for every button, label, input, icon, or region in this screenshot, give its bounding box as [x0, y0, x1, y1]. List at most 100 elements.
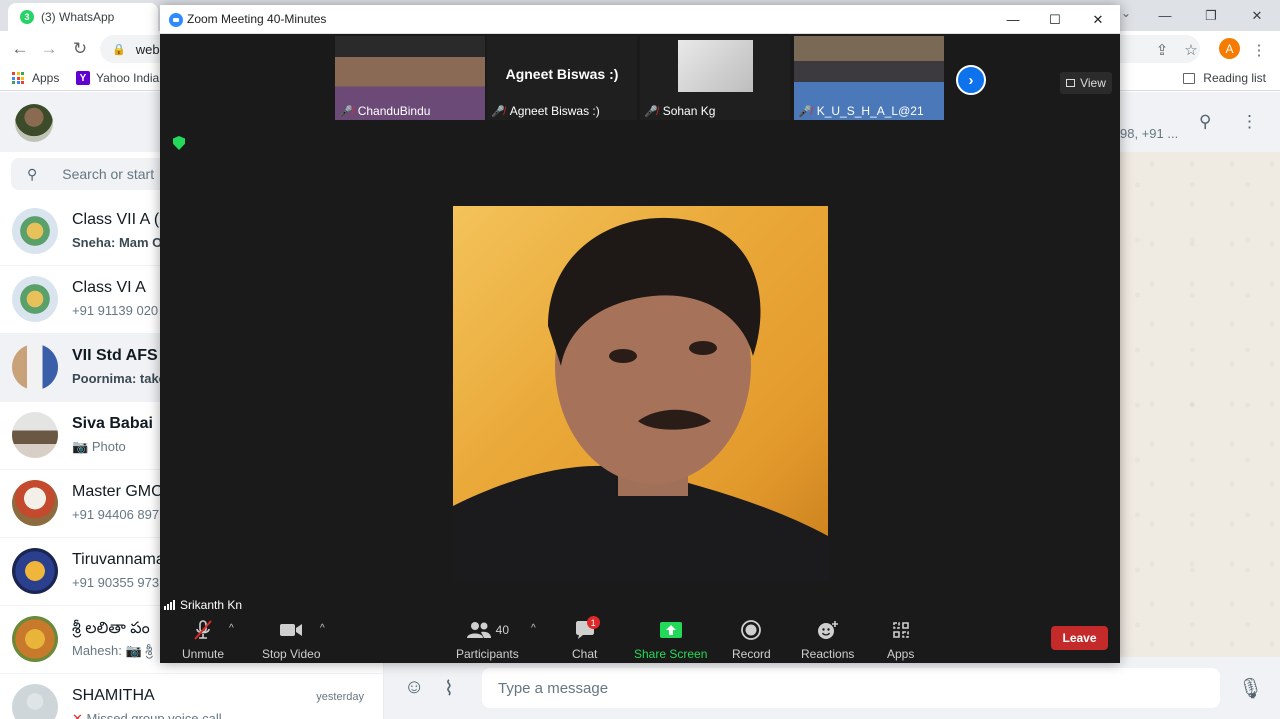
chat-unread-badge: 1	[586, 616, 600, 629]
chat-name: Siva Babai	[72, 415, 153, 432]
bookmark-star-icon[interactable]: ☆	[1180, 39, 1202, 61]
chat-preview: Sneha: Mam O	[72, 235, 163, 250]
browser-window-controls: — ❐ ✕	[1142, 0, 1280, 31]
muted-mic-icon: 🎤̸	[491, 105, 505, 118]
chat-preview: +91 90355 973	[72, 575, 160, 590]
microphone-icon[interactable]: 🎙	[1238, 676, 1263, 701]
share-screen-label: Share Screen	[634, 647, 708, 661]
speaker-portrait	[453, 217, 828, 581]
chat-avatar	[12, 616, 58, 662]
message-input[interactable]: Type a message	[482, 668, 1220, 708]
conversation-members: 98, +91 ...	[1120, 126, 1179, 141]
chat-avatar	[12, 208, 58, 254]
zoom-window-title: Zoom Meeting 40-Minutes	[187, 12, 327, 26]
chat-preview: +91 94406 897	[72, 507, 160, 522]
meeting-controls-toolbar: Unmute ^ Stop Video ^ 40 Participants ^ …	[160, 615, 1120, 663]
muted-mic-icon: 🎤̸	[644, 105, 658, 118]
video-options-caret-icon[interactable]: ^	[320, 623, 325, 634]
forward-arrow-icon[interactable]: →	[37, 37, 61, 61]
active-speaker-video	[453, 206, 828, 581]
chat-avatar	[12, 412, 58, 458]
chat-name: శ్రీ లలితా పం	[72, 620, 150, 637]
message-composer: ☺ ⌇ Type a message 🎙	[384, 657, 1280, 719]
chat-button[interactable]: 1 Chat	[572, 616, 600, 661]
zoom-meeting-window: Zoom Meeting 40-Minutes — ☐ ✕ 🎤̸ ChanduB…	[160, 5, 1120, 663]
browser-restore-icon[interactable]: ❐	[1188, 0, 1234, 31]
unmute-button[interactable]: Unmute	[182, 619, 224, 661]
participant-name: Agneet Biswas :)	[509, 104, 600, 118]
view-button[interactable]: View	[1060, 72, 1112, 94]
share-icon[interactable]: ⇪	[1151, 39, 1173, 61]
desktop: 3 (3) WhatsApp ⌄ — ❐ ✕ ← → ↻ 🔒 web. ⇪ ☆ …	[0, 0, 1280, 719]
apps-grid-icon	[12, 72, 24, 84]
stop-video-label: Stop Video	[262, 647, 321, 661]
reading-list-icon	[1183, 72, 1196, 84]
apps-button[interactable]: Apps	[887, 619, 914, 661]
chat-preview-row: ✕ Missed group voice call	[72, 711, 222, 719]
muted-mic-icon: 🎤̸	[339, 105, 353, 118]
lock-icon: 🔒	[112, 43, 126, 56]
stop-video-button[interactable]: Stop Video	[262, 619, 321, 661]
browser-minimize-icon[interactable]: —	[1142, 0, 1188, 31]
back-arrow-icon[interactable]: ←	[8, 37, 32, 61]
participant-name-tag: 🎤̸ Sohan Kg	[644, 104, 715, 118]
muted-mic-icon: 🎤̸	[798, 105, 812, 118]
menu-dots-icon[interactable]: ⋮	[1241, 112, 1258, 132]
browser-close-icon[interactable]: ✕	[1234, 0, 1280, 31]
bookmark-apps[interactable]: Apps	[12, 71, 59, 85]
participant-thumbnail[interactable]: Agneet Biswas :) 🎤̸ Agneet Biswas :)	[487, 36, 637, 120]
chat-preview-row: 📷 Photo	[72, 439, 126, 455]
reading-list-button[interactable]: Reading list	[1183, 71, 1266, 85]
active-speaker-name: Srikanth Kn	[180, 597, 243, 612]
participant-name-tag: 🎤̸ ChanduBindu	[339, 104, 430, 118]
reload-icon[interactable]: ↻	[68, 37, 92, 61]
participant-picture	[678, 40, 753, 92]
zoom-logo-icon	[169, 13, 183, 27]
view-button-label: View	[1080, 76, 1106, 90]
participant-name: Sohan Kg	[662, 104, 716, 118]
encryption-shield-icon[interactable]	[173, 136, 185, 150]
share-screen-arrow-icon	[659, 622, 682, 638]
chat-time: yesterday	[316, 691, 364, 703]
zoom-close-icon[interactable]: ✕	[1076, 5, 1120, 34]
next-page-arrow-icon[interactable]: ›	[956, 65, 986, 95]
camera-icon: 📷	[72, 439, 92, 454]
chat-name: Class VI A	[72, 279, 146, 296]
leave-meeting-button[interactable]: Leave	[1051, 626, 1108, 650]
default-avatar-icon	[12, 684, 58, 719]
profile-avatar[interactable]: A	[1219, 38, 1240, 59]
bookmark-yahoo[interactable]: Y Yahoo India	[76, 71, 159, 85]
chrome-menu-icon[interactable]: ⋮	[1248, 39, 1270, 61]
tab-search-chevron-icon[interactable]: ⌄	[1121, 6, 1131, 20]
chat-preview: Mahesh: 📷 శ్రీ	[72, 643, 153, 658]
chat-avatar	[12, 548, 58, 594]
my-profile-avatar[interactable]	[15, 104, 53, 142]
chat-name: Class VII A (2	[72, 211, 169, 228]
reactions-button[interactable]: Reactions	[801, 619, 854, 661]
zoom-minimize-icon[interactable]: —	[991, 5, 1035, 34]
chat-list-item[interactable]: SHAMITHA yesterday ✕ Missed group voice …	[0, 674, 384, 719]
audio-options-caret-icon[interactable]: ^	[229, 623, 234, 634]
zoom-maximize-icon[interactable]: ☐	[1033, 5, 1077, 34]
participants-button[interactable]: 40 Participants	[456, 619, 519, 661]
chat-search-placeholder: Search or start	[62, 166, 155, 182]
record-label: Record	[732, 647, 771, 661]
browser-tab-whatsapp[interactable]: 3 (3) WhatsApp	[8, 3, 158, 31]
participant-thumbnail[interactable]: 🎤̸ Sohan Kg	[640, 36, 790, 120]
participants-options-caret-icon[interactable]: ^	[531, 623, 536, 634]
participant-thumbnail[interactable]: 🎤̸ K_U_S_H_A_L@21	[794, 36, 944, 120]
share-screen-button[interactable]: Share Screen	[634, 619, 707, 661]
participant-thumbnail[interactable]: 🎤̸ ChanduBindu	[335, 36, 485, 120]
participant-center-name: Agneet Biswas :)	[505, 66, 619, 82]
record-button[interactable]: Record	[732, 619, 771, 661]
attach-paperclip-icon[interactable]: ⌇	[444, 676, 454, 701]
zoom-titlebar: Zoom Meeting 40-Minutes — ☐ ✕	[160, 5, 1120, 34]
search-icon[interactable]: ⚲	[1199, 112, 1211, 132]
participant-name-tag: 🎤̸ Agneet Biswas :)	[491, 104, 600, 118]
apps-grid-icon	[892, 622, 909, 638]
gallery-grid-icon	[1066, 79, 1076, 87]
browser-tab-title: (3) WhatsApp	[41, 10, 115, 24]
muted-microphone-icon	[194, 620, 212, 640]
reactions-label: Reactions	[801, 647, 855, 661]
emoji-icon[interactable]: ☺	[404, 676, 424, 699]
